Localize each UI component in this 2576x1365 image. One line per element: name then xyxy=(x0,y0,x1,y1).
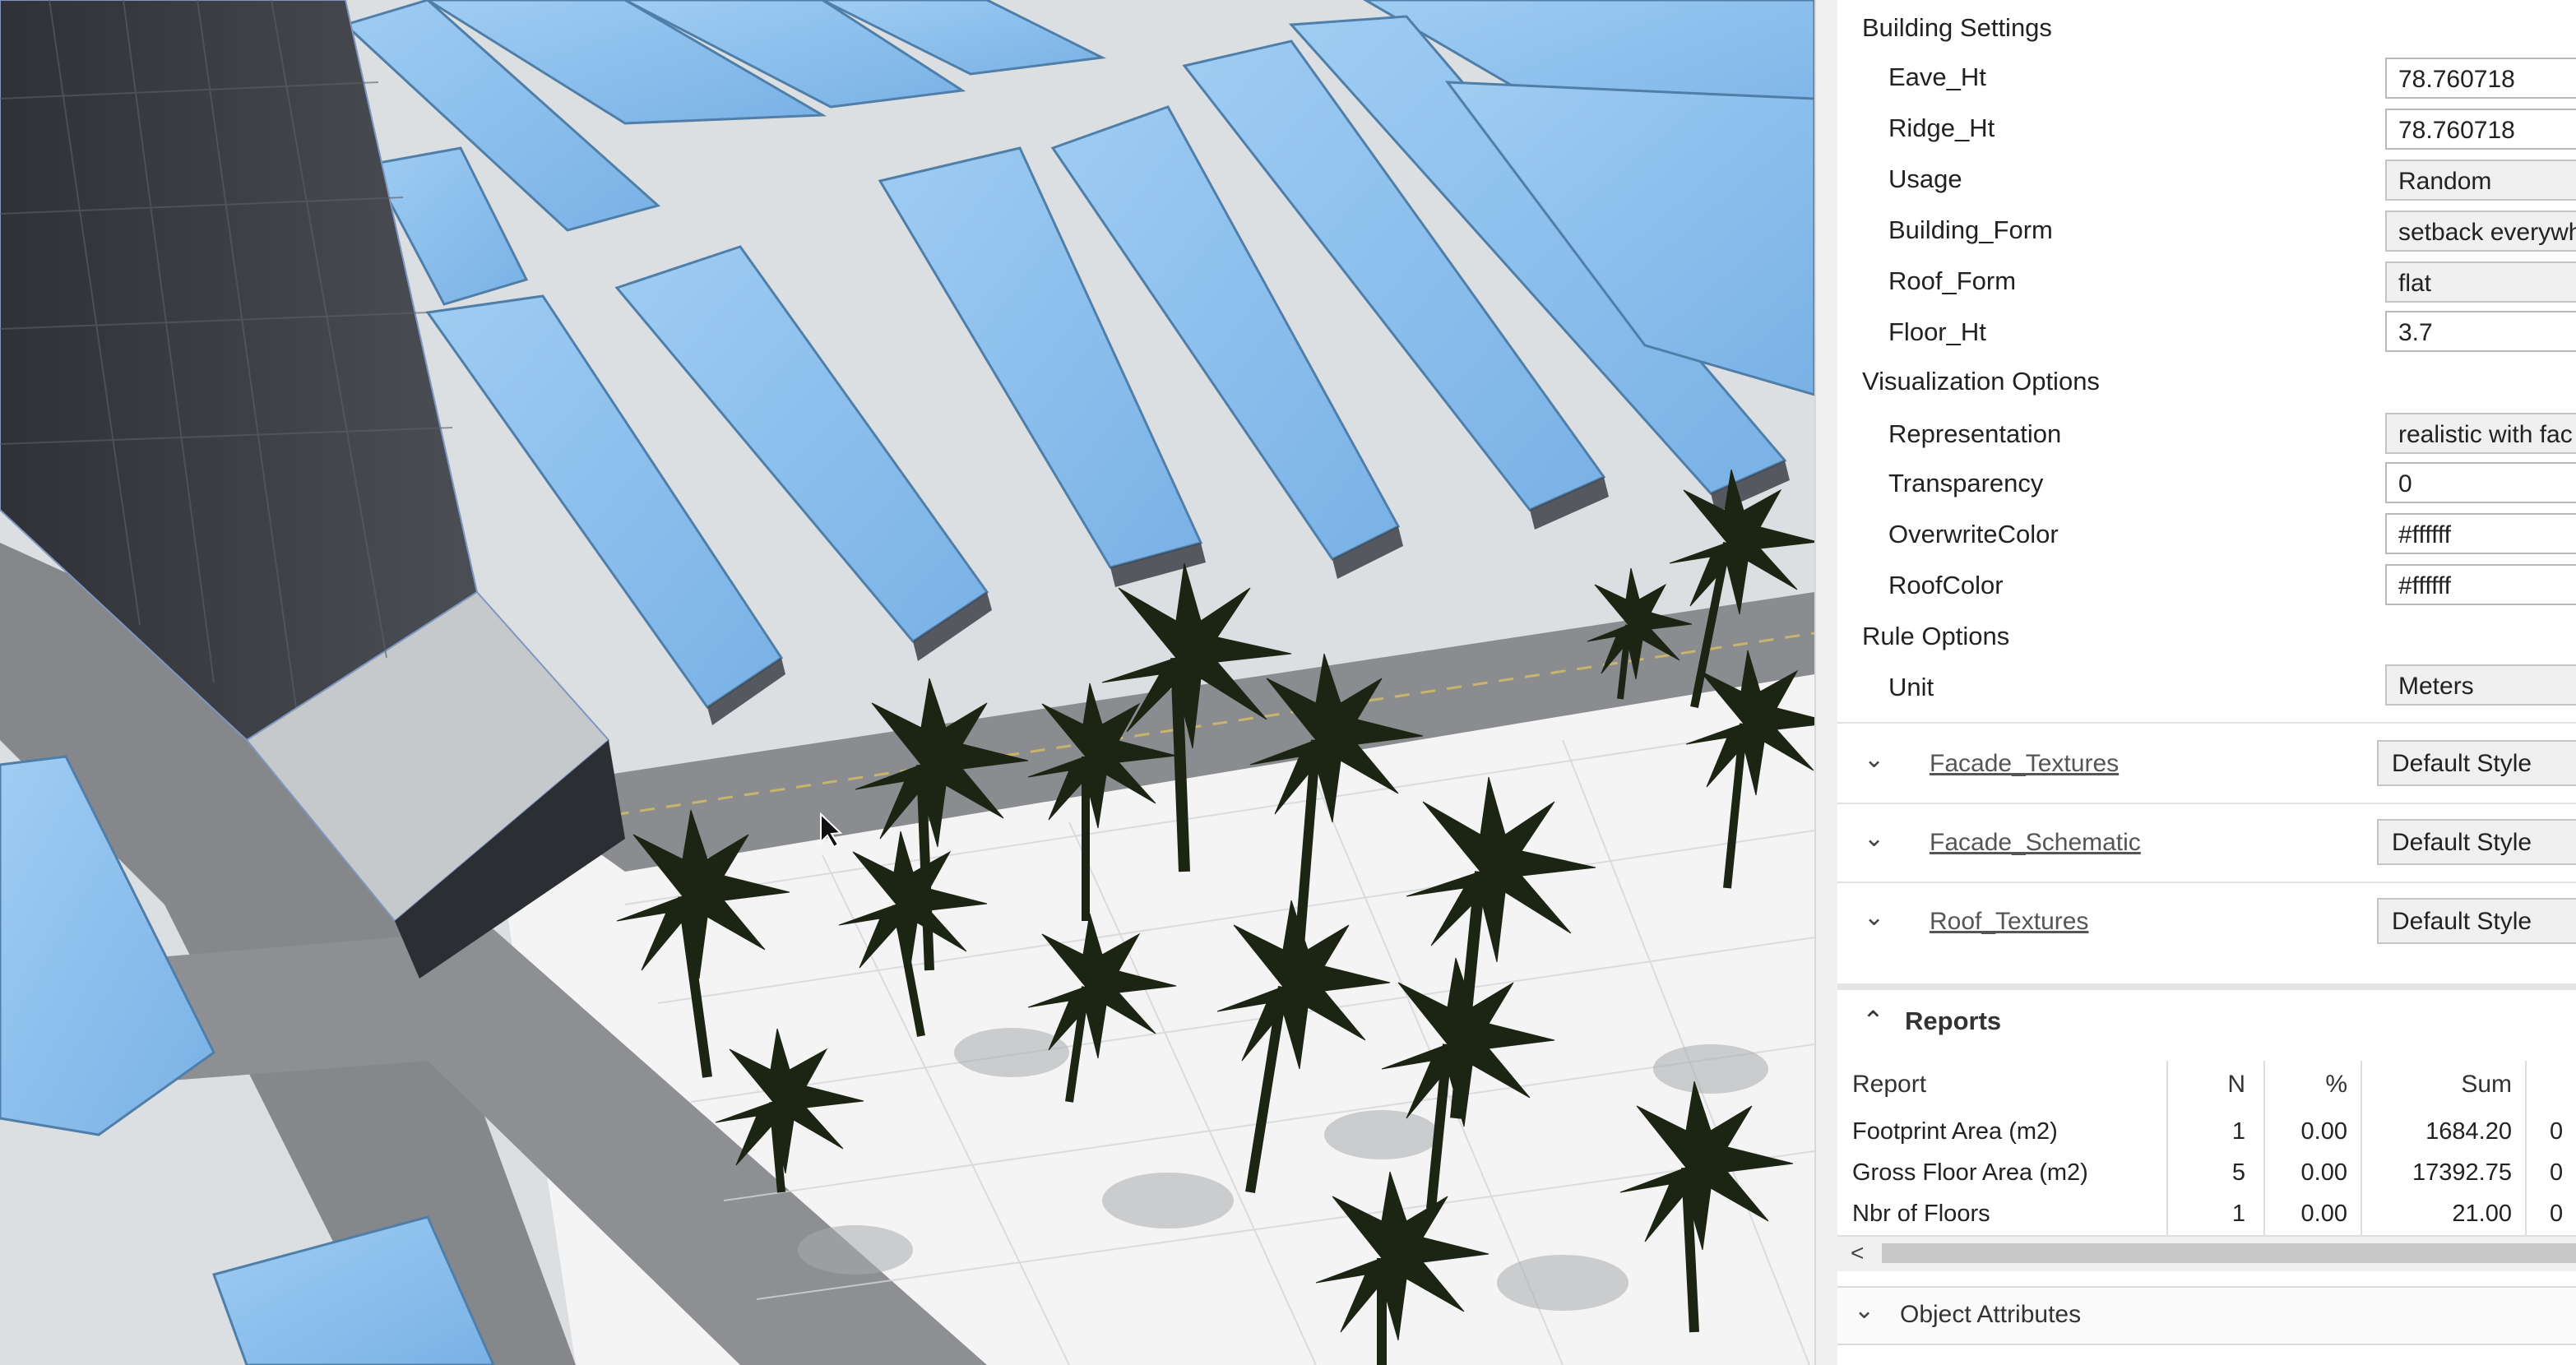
divider xyxy=(1837,803,2576,804)
column-separator xyxy=(2525,1061,2527,1235)
attr-label-building-form: Building_Form xyxy=(1888,215,2053,244)
report-percent: 0.00 xyxy=(2300,1201,2347,1227)
chevron-down-icon[interactable]: ⌄ xyxy=(1864,903,1884,932)
report-n: 1 xyxy=(2231,1201,2245,1227)
attr-label-floor-ht: Floor_Ht xyxy=(1888,317,1986,346)
reports-col-percent[interactable]: % xyxy=(2265,1071,2347,1099)
attr-field-floor-ht[interactable]: 3.7 xyxy=(2385,311,2576,352)
report-percent: 0.00 xyxy=(2300,1118,2347,1145)
attr-field-transparency[interactable]: 0 xyxy=(2385,462,2576,503)
report-name: Nbr of Floors xyxy=(1852,1201,1990,1227)
attr-label-roof-color: RoofColor xyxy=(1888,571,2004,599)
attr-label-overwrite-color: OverwriteColor xyxy=(1888,520,2059,548)
attr-label-eave-ht: Eave_Ht xyxy=(1888,62,1986,91)
report-extra: 0 xyxy=(2550,1118,2564,1145)
building-settings-heading: Building Settings xyxy=(1862,13,2052,42)
attr-label-usage: Usage xyxy=(1888,164,1962,193)
reports-heading[interactable]: Reports xyxy=(1905,1006,2001,1036)
report-name: Footprint Area (m2) xyxy=(1852,1118,2058,1145)
attr-combo-unit[interactable]: Meters xyxy=(2385,664,2576,706)
attr-label-unit: Unit xyxy=(1888,673,1934,701)
reports-col-report[interactable]: Report xyxy=(1852,1071,1926,1099)
attr-combo-representation[interactable]: realistic with fac xyxy=(2385,413,2576,454)
style-combo-roof-textures[interactable]: Default Style xyxy=(2377,898,2576,944)
divider xyxy=(1837,722,2576,724)
report-n: 5 xyxy=(2231,1159,2245,1186)
3d-viewport[interactable] xyxy=(0,0,1814,1365)
chevron-down-icon[interactable]: ⌄ xyxy=(1864,824,1884,853)
object-attributes-header[interactable]: ⌄ Object Attributes xyxy=(1837,1286,2576,1345)
report-extra: 0 xyxy=(2550,1159,2564,1186)
chevron-down-icon[interactable]: ⌄ xyxy=(1864,745,1884,774)
attr-field-overwrite-color[interactable]: #ffffff xyxy=(2385,513,2576,554)
reports-col-sum[interactable]: Sum xyxy=(2364,1071,2512,1099)
scrollbar-thumb[interactable] xyxy=(1882,1243,2576,1263)
report-percent: 0.00 xyxy=(2300,1159,2347,1186)
attr-combo-building-form[interactable]: setback everywh xyxy=(2385,211,2576,252)
section-separator xyxy=(1837,983,2576,990)
report-sum: 21.00 xyxy=(2452,1201,2512,1227)
attr-label-ridge-ht: Ridge_Ht xyxy=(1888,113,1995,142)
style-name-facade-schematic[interactable]: Facade_Schematic xyxy=(1930,829,2141,857)
column-separator xyxy=(2361,1061,2362,1235)
style-name-roof-textures[interactable]: Roof_Textures xyxy=(1930,908,2088,936)
chevron-up-icon[interactable]: ⌃ xyxy=(1862,1005,1884,1036)
attr-field-roof-color[interactable]: #ffffff xyxy=(2385,564,2576,605)
attr-combo-roof-form[interactable]: flat xyxy=(2385,261,2576,303)
report-n: 1 xyxy=(2231,1118,2245,1145)
attr-label-transparency: Transparency xyxy=(1888,469,2044,497)
report-sum: 17392.75 xyxy=(2412,1159,2512,1186)
object-attributes-heading: Object Attributes xyxy=(1900,1301,2082,1328)
inspector-panel: Building Settings Eave_Ht 78.760718 Ridg… xyxy=(1837,0,2576,1365)
attr-label-representation: Representation xyxy=(1888,419,2062,448)
city-scene xyxy=(0,0,1814,1365)
style-combo-facade-textures[interactable]: Default Style xyxy=(2377,740,2576,786)
attr-combo-usage[interactable]: Random xyxy=(2385,160,2576,201)
chevron-down-icon[interactable]: ⌄ xyxy=(1854,1296,1874,1325)
panel-splitter[interactable] xyxy=(1814,0,1839,1365)
report-sum: 1684.20 xyxy=(2425,1118,2512,1145)
style-name-facade-textures[interactable]: Facade_Textures xyxy=(1930,750,2119,778)
reports-col-n[interactable]: N xyxy=(2175,1071,2245,1099)
attr-label-roof-form: Roof_Form xyxy=(1888,266,2017,295)
visualization-options-heading: Visualization Options xyxy=(1862,367,2100,396)
attr-field-eave-ht[interactable]: 78.760718 xyxy=(2385,58,2576,99)
style-combo-facade-schematic[interactable]: Default Style xyxy=(2377,819,2576,865)
report-name: Gross Floor Area (m2) xyxy=(1852,1159,2088,1186)
column-separator xyxy=(2166,1061,2168,1235)
attr-field-ridge-ht[interactable]: 78.760718 xyxy=(2385,109,2576,150)
horizontal-scrollbar[interactable]: < xyxy=(1837,1235,2576,1271)
rule-options-heading: Rule Options xyxy=(1862,622,2010,650)
scroll-left-icon[interactable]: < xyxy=(1851,1240,1864,1266)
report-extra: 0 xyxy=(2550,1201,2564,1227)
divider xyxy=(1837,881,2576,883)
